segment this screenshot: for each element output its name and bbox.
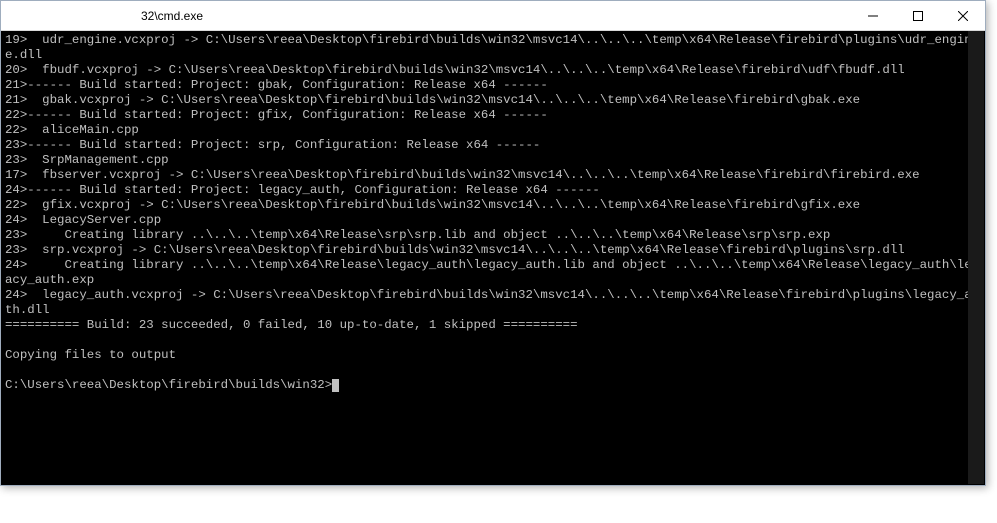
titlebar[interactable]: 32\cmd.exe xyxy=(1,1,985,31)
console-line: 23> srp.vcxproj -> C:\Users\reea\Desktop… xyxy=(5,243,905,257)
console-line: 23>------ Build started: Project: srp, C… xyxy=(5,138,540,152)
console-line: C:\Users\reea\Desktop\firebird\builds\wi… xyxy=(5,378,332,392)
console-line: 17> fbserver.vcxproj -> C:\Users\reea\De… xyxy=(5,168,920,182)
console-line: 22> aliceMain.cpp xyxy=(5,123,139,137)
close-button[interactable] xyxy=(940,1,985,30)
console-line: 22> gfix.vcxproj -> C:\Users\reea\Deskto… xyxy=(5,198,860,212)
console-line: ========== Build: 23 succeeded, 0 failed… xyxy=(5,318,578,332)
console-line: 24> Creating library ..\..\..\temp\x64\R… xyxy=(5,258,979,287)
console-line: 22>------ Build started: Project: gfix, … xyxy=(5,108,548,122)
console-line: 21> gbak.vcxproj -> C:\Users\reea\Deskto… xyxy=(5,93,860,107)
minimize-button[interactable] xyxy=(850,1,895,30)
console-line: 23> Creating library ..\..\..\temp\x64\R… xyxy=(5,228,830,242)
cursor xyxy=(332,379,339,392)
console-line: 19> udr_engine.vcxproj -> C:\Users\reea\… xyxy=(5,33,972,62)
window-controls xyxy=(850,1,985,30)
console-line: 23> SrpManagement.cpp xyxy=(5,153,169,167)
maximize-button[interactable] xyxy=(895,1,940,30)
console-line: 20> fbudf.vcxproj -> C:\Users\reea\Deskt… xyxy=(5,63,905,77)
cmd-window: 32\cmd.exe 19> udr_engine.vcxproj -> C:\… xyxy=(0,0,986,486)
console-line: 21>------ Build started: Project: gbak, … xyxy=(5,78,548,92)
console-output[interactable]: 19> udr_engine.vcxproj -> C:\Users\reea\… xyxy=(1,31,985,485)
console-line: 24> legacy_auth.vcxproj -> C:\Users\reea… xyxy=(5,288,979,317)
console-line: Copying files to output xyxy=(5,348,176,362)
scrollbar[interactable] xyxy=(968,31,984,484)
window-title: 32\cmd.exe xyxy=(1,9,850,23)
console-line: 24>------ Build started: Project: legacy… xyxy=(5,183,600,197)
console-line: 24> LegacyServer.cpp xyxy=(5,213,161,227)
